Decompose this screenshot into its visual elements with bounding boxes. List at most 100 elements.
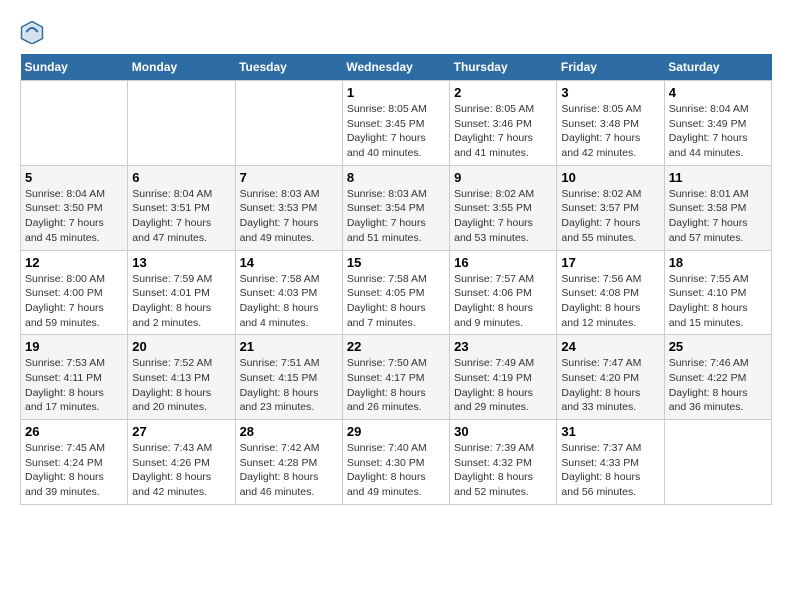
day-number: 16 <box>454 255 552 270</box>
day-number: 7 <box>240 170 338 185</box>
day-number: 11 <box>669 170 767 185</box>
calendar-cell: 30 Sunrise: 7:39 AM Sunset: 4:32 PM Dayli… <box>450 420 557 505</box>
day-info: Sunrise: 7:52 AM Sunset: 4:13 PM Dayligh… <box>132 356 230 415</box>
calendar-cell: 13Sunrise: 7:59 AM Sunset: 4:01 PM Dayli… <box>128 250 235 335</box>
day-number: 19 <box>25 339 123 354</box>
weekday-header-tuesday: Tuesday <box>235 54 342 81</box>
calendar-cell: 19 Sunrise: 7:53 AM Sunset: 4:11 PM Dayli… <box>21 335 128 420</box>
weekday-header-saturday: Saturday <box>664 54 771 81</box>
header <box>20 20 772 44</box>
weekday-header-monday: Monday <box>128 54 235 81</box>
calendar-cell: 20 Sunrise: 7:52 AM Sunset: 4:13 PM Dayli… <box>128 335 235 420</box>
calendar-week-row: 12 Sunrise: 8:00 AM Sunset: 4:00 PM Dayli… <box>21 250 772 335</box>
day-info: Sunrise: 7:59 AM Sunset: 4:01 PM Dayligh… <box>132 272 230 331</box>
day-info: Sunrise: 7:49 AM Sunset: 4:19 PM Dayligh… <box>454 356 552 415</box>
day-number: 17 <box>561 255 659 270</box>
day-number: 23 <box>454 339 552 354</box>
day-info: Sunrise: 8:01 AM Sunset: 3:58 PM Dayligh… <box>669 187 767 246</box>
calendar-week-row: 19 Sunrise: 7:53 AM Sunset: 4:11 PM Dayli… <box>21 335 772 420</box>
day-info: Sunrise: 8:05 AM Sunset: 3:46 PM Dayligh… <box>454 102 552 161</box>
calendar-cell: 7 Sunrise: 8:03 AM Sunset: 3:53 PM Daylig… <box>235 165 342 250</box>
day-info: Sunrise: 7:42 AM Sunset: 4:28 PM Dayligh… <box>240 441 338 500</box>
calendar-cell: 25 Sunrise: 7:46 AM Sunset: 4:22 PM Dayli… <box>664 335 771 420</box>
day-number: 21 <box>240 339 338 354</box>
weekday-header-thursday: Thursday <box>450 54 557 81</box>
day-number: 12 <box>25 255 123 270</box>
day-number: 15 <box>347 255 445 270</box>
day-number: 28 <box>240 424 338 439</box>
calendar-cell <box>21 81 128 166</box>
calendar-cell: 23 Sunrise: 7:49 AM Sunset: 4:19 PM Dayli… <box>450 335 557 420</box>
day-info: Sunrise: 8:00 AM Sunset: 4:00 PM Dayligh… <box>25 272 123 331</box>
weekday-header-row: SundayMondayTuesdayWednesdayThursdayFrid… <box>21 54 772 81</box>
calendar-week-row: 5 Sunrise: 8:04 AM Sunset: 3:50 PM Daylig… <box>21 165 772 250</box>
day-info: Sunrise: 7:56 AM Sunset: 4:08 PM Dayligh… <box>561 272 659 331</box>
calendar-cell: 26Sunrise: 7:45 AM Sunset: 4:24 PM Dayli… <box>21 420 128 505</box>
day-number: 20 <box>132 339 230 354</box>
day-info: Sunrise: 7:45 AM Sunset: 4:24 PM Dayligh… <box>25 441 123 500</box>
day-number: 3 <box>561 85 659 100</box>
day-info: Sunrise: 8:03 AM Sunset: 3:53 PM Dayligh… <box>240 187 338 246</box>
day-info: Sunrise: 7:47 AM Sunset: 4:20 PM Dayligh… <box>561 356 659 415</box>
day-info: Sunrise: 8:02 AM Sunset: 3:55 PM Dayligh… <box>454 187 552 246</box>
calendar-cell <box>235 81 342 166</box>
calendar-cell: 16 Sunrise: 7:57 AM Sunset: 4:06 PM Dayli… <box>450 250 557 335</box>
day-info: Sunrise: 8:03 AM Sunset: 3:54 PM Dayligh… <box>347 187 445 246</box>
calendar-cell: 29 Sunrise: 7:40 AM Sunset: 4:30 PM Dayli… <box>342 420 449 505</box>
day-info: Sunrise: 7:43 AM Sunset: 4:26 PM Dayligh… <box>132 441 230 500</box>
calendar-cell: 22 Sunrise: 7:50 AM Sunset: 4:17 PM Dayli… <box>342 335 449 420</box>
day-info: Sunrise: 8:04 AM Sunset: 3:50 PM Dayligh… <box>25 187 123 246</box>
day-info: Sunrise: 8:02 AM Sunset: 3:57 PM Dayligh… <box>561 187 659 246</box>
day-number: 18 <box>669 255 767 270</box>
calendar-week-row: 26Sunrise: 7:45 AM Sunset: 4:24 PM Dayli… <box>21 420 772 505</box>
day-info: Sunrise: 8:05 AM Sunset: 3:45 PM Dayligh… <box>347 102 445 161</box>
calendar-cell: 10 Sunrise: 8:02 AM Sunset: 3:57 PM Dayli… <box>557 165 664 250</box>
day-number: 22 <box>347 339 445 354</box>
day-info: Sunrise: 7:57 AM Sunset: 4:06 PM Dayligh… <box>454 272 552 331</box>
day-number: 5 <box>25 170 123 185</box>
calendar-cell: 21 Sunrise: 7:51 AM Sunset: 4:15 PM Dayli… <box>235 335 342 420</box>
day-number: 14 <box>240 255 338 270</box>
day-number: 10 <box>561 170 659 185</box>
day-info: Sunrise: 7:37 AM Sunset: 4:33 PM Dayligh… <box>561 441 659 500</box>
calendar-cell: 3 Sunrise: 8:05 AM Sunset: 3:48 PM Daylig… <box>557 81 664 166</box>
calendar-cell: 12 Sunrise: 8:00 AM Sunset: 4:00 PM Dayli… <box>21 250 128 335</box>
day-number: 1 <box>347 85 445 100</box>
day-number: 9 <box>454 170 552 185</box>
day-number: 29 <box>347 424 445 439</box>
day-info: Sunrise: 7:51 AM Sunset: 4:15 PM Dayligh… <box>240 356 338 415</box>
day-number: 25 <box>669 339 767 354</box>
calendar-cell: 1 Sunrise: 8:05 AM Sunset: 3:45 PM Daylig… <box>342 81 449 166</box>
weekday-header-sunday: Sunday <box>21 54 128 81</box>
calendar-cell: 4 Sunrise: 8:04 AM Sunset: 3:49 PM Daylig… <box>664 81 771 166</box>
day-number: 4 <box>669 85 767 100</box>
weekday-header-friday: Friday <box>557 54 664 81</box>
day-info: Sunrise: 7:40 AM Sunset: 4:30 PM Dayligh… <box>347 441 445 500</box>
calendar-cell: 8 Sunrise: 8:03 AM Sunset: 3:54 PM Daylig… <box>342 165 449 250</box>
day-info: Sunrise: 8:05 AM Sunset: 3:48 PM Dayligh… <box>561 102 659 161</box>
calendar-week-row: 1 Sunrise: 8:05 AM Sunset: 3:45 PM Daylig… <box>21 81 772 166</box>
day-info: Sunrise: 8:04 AM Sunset: 3:51 PM Dayligh… <box>132 187 230 246</box>
weekday-header-wednesday: Wednesday <box>342 54 449 81</box>
day-number: 31 <box>561 424 659 439</box>
calendar-cell <box>664 420 771 505</box>
calendar-table: SundayMondayTuesdayWednesdayThursdayFrid… <box>20 54 772 505</box>
calendar-cell: 15Sunrise: 7:58 AM Sunset: 4:05 PM Dayli… <box>342 250 449 335</box>
day-info: Sunrise: 7:58 AM Sunset: 4:03 PM Dayligh… <box>240 272 338 331</box>
day-info: Sunrise: 7:50 AM Sunset: 4:17 PM Dayligh… <box>347 356 445 415</box>
calendar-cell: 2Sunrise: 8:05 AM Sunset: 3:46 PM Daylig… <box>450 81 557 166</box>
calendar-cell: 24Sunrise: 7:47 AM Sunset: 4:20 PM Dayli… <box>557 335 664 420</box>
calendar-cell: 31 Sunrise: 7:37 AM Sunset: 4:33 PM Dayli… <box>557 420 664 505</box>
day-info: Sunrise: 7:55 AM Sunset: 4:10 PM Dayligh… <box>669 272 767 331</box>
calendar-cell: 6Sunrise: 8:04 AM Sunset: 3:51 PM Daylig… <box>128 165 235 250</box>
logo-icon <box>20 20 44 44</box>
day-info: Sunrise: 8:04 AM Sunset: 3:49 PM Dayligh… <box>669 102 767 161</box>
day-number: 8 <box>347 170 445 185</box>
day-number: 27 <box>132 424 230 439</box>
day-number: 30 <box>454 424 552 439</box>
day-info: Sunrise: 7:53 AM Sunset: 4:11 PM Dayligh… <box>25 356 123 415</box>
day-info: Sunrise: 7:46 AM Sunset: 4:22 PM Dayligh… <box>669 356 767 415</box>
logo <box>20 20 48 44</box>
calendar-cell: 14 Sunrise: 7:58 AM Sunset: 4:03 PM Dayli… <box>235 250 342 335</box>
day-info: Sunrise: 7:39 AM Sunset: 4:32 PM Dayligh… <box>454 441 552 500</box>
